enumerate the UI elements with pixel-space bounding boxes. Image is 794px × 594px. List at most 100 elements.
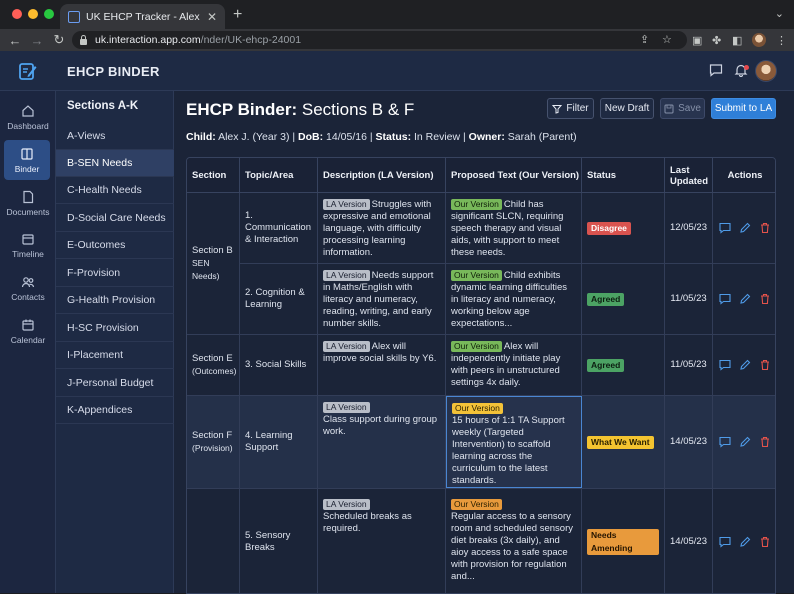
date-cell: 14/05/23 (665, 396, 713, 488)
col-header-description[interactable]: Description (LA Version) (318, 158, 446, 193)
section-item-f[interactable]: F-Provision (56, 260, 174, 287)
trash-icon[interactable] (759, 436, 771, 448)
trash-icon[interactable] (759, 536, 771, 548)
rail-item-dashboard[interactable]: Dashboard (0, 97, 56, 137)
forward-arrow-icon[interactable]: → (26, 33, 48, 48)
col-header-topic[interactable]: Topic/Area (240, 158, 318, 193)
section-item-i[interactable]: I-Placement (56, 342, 174, 369)
status-badge[interactable]: Agreed (587, 292, 625, 306)
section-item-e[interactable]: E-Outcomes (56, 232, 174, 259)
browser-menu-icon[interactable]: ⋮ (776, 34, 787, 47)
trash-icon[interactable] (759, 293, 771, 305)
date-cell: 14/05/23 (665, 489, 713, 593)
rail-item-documents[interactable]: Documents (0, 183, 56, 223)
actions-cell (713, 193, 775, 263)
table-row[interactable]: 2. Cognition & Learning LA Version Needs … (240, 264, 775, 335)
status-cell: Agreed (582, 335, 665, 395)
col-header-actions: Actions (727, 170, 763, 181)
section-item-h[interactable]: H-SC Provision (56, 315, 174, 342)
filter-button[interactable]: Filter (547, 98, 594, 119)
tab-title: UK EHCP Tracker - Alex J. - Ca (86, 10, 201, 23)
edit-pencil-icon[interactable] (739, 293, 751, 305)
table-row[interactable]: 3. Social Skills LA Version Alex will imp… (240, 335, 775, 396)
extension-icon[interactable]: ▣ (692, 34, 702, 47)
la-version-tag: LA Version (323, 402, 370, 413)
new-tab-icon[interactable]: + (233, 6, 242, 24)
calendar-icon (22, 233, 34, 245)
section-item-k[interactable]: K-Appendices (56, 397, 174, 424)
edit-pencil-icon[interactable] (739, 359, 751, 371)
proposed-cell[interactable]: Our Version Child exhibits dynamic learni… (446, 264, 582, 334)
submit-to-la-button[interactable]: Submit to LA (711, 98, 776, 119)
comment-icon[interactable] (719, 436, 731, 448)
col-header-status[interactable]: Status (582, 158, 665, 193)
close-window-button[interactable] (12, 9, 22, 19)
proposed-cell-editing[interactable]: Our Version 15 hours of 1:1 TA Support we… (446, 396, 582, 488)
edit-pencil-icon[interactable] (739, 222, 751, 234)
status-badge[interactable]: Disagree (587, 221, 631, 235)
col-header-last-updated[interactable]: Last Updated (665, 158, 713, 193)
sidebar-toggle-icon[interactable]: ◧ (732, 34, 742, 47)
message-icon[interactable] (709, 63, 723, 77)
bookmark-star-icon[interactable]: ☆ (662, 33, 672, 46)
new-draft-button[interactable]: New Draft (600, 98, 654, 119)
section-item-b[interactable]: B-SEN Needs (56, 150, 174, 177)
share-icon[interactable]: ⇪ (640, 33, 649, 46)
back-arrow-icon[interactable]: ← (4, 33, 26, 48)
table-row[interactable]: 4. Learning Support LA Version Class supp… (240, 396, 775, 489)
browser-tab[interactable]: UK EHCP Tracker - Alex J. - Ca ✕ (60, 4, 225, 29)
reload-icon[interactable]: ↻ (48, 32, 70, 48)
calendar-icon (22, 319, 34, 331)
trash-icon[interactable] (759, 359, 771, 371)
edit-pencil-icon[interactable] (739, 536, 751, 548)
our-version-tag: Our Version (451, 270, 502, 281)
app-window: EHCP BINDER Dashboard Binder Documents T… (0, 51, 794, 594)
topic-cell: 2. Cognition & Learning (240, 264, 318, 334)
section-item-d[interactable]: D-Social Care Needs (56, 205, 174, 232)
comment-icon[interactable] (719, 293, 731, 305)
la-version-tag: LA Version (323, 270, 370, 281)
tab-menu-chevron-icon[interactable]: ⌄ (775, 7, 784, 20)
rail-label-calendar: Calendar (10, 334, 46, 345)
proposed-cell[interactable]: Our Version Alex will independently initi… (446, 335, 582, 395)
status-badge[interactable]: Needs Amending (587, 529, 659, 555)
minimize-window-button[interactable] (28, 9, 38, 19)
last-updated-date: 11/05/23 (670, 359, 707, 370)
description-cell: LA Version Struggles with expressive and … (318, 193, 446, 263)
address-bar[interactable]: uk.interaction.app.com/nder/UK-ehcp-2400… (72, 31, 687, 49)
edit-pencil-icon[interactable] (739, 436, 751, 448)
app-title: EHCP BINDER (67, 64, 160, 79)
browser-profile-avatar[interactable] (752, 33, 766, 47)
col-header-proposed[interactable]: Proposed Text (Our Version) (446, 158, 582, 193)
table-row[interactable]: 5. Sensory Breaks LA Version Scheduled br… (240, 489, 775, 593)
user-avatar[interactable] (755, 60, 777, 82)
section-item-c[interactable]: C-Health Needs (56, 177, 174, 204)
status-badge[interactable]: What We Want (587, 435, 654, 449)
proposed-cell[interactable]: Our Version Regular access to a sensory r… (446, 489, 582, 593)
puzzle-icon[interactable]: ✤ (712, 34, 721, 47)
comment-icon[interactable] (719, 222, 731, 234)
col-header-section[interactable]: Section (187, 158, 240, 193)
section-item-j[interactable]: J-Personal Budget (56, 370, 174, 397)
app-logo[interactable] (0, 51, 56, 91)
rail-item-timeline[interactable]: Timeline (0, 225, 56, 265)
topic-cell: 5. Sensory Breaks (240, 489, 318, 593)
tab-close-icon[interactable]: ✕ (207, 10, 217, 24)
comment-icon[interactable] (719, 359, 731, 371)
rail-item-calendar[interactable]: Calendar (0, 311, 56, 351)
section-item-a[interactable]: A-Views (56, 123, 174, 150)
proposed-cell[interactable]: Our Version Child has significant SLCN, r… (446, 193, 582, 263)
table-row[interactable]: 1. Communication & Interaction LA Versio… (240, 193, 775, 264)
maximize-window-button[interactable] (44, 9, 54, 19)
left-nav-rail: Dashboard Binder Documents Timeline Cont… (0, 91, 56, 593)
comment-icon[interactable] (719, 536, 731, 548)
save-button[interactable]: Save (660, 98, 705, 119)
rail-item-binder[interactable]: Binder (4, 140, 50, 180)
section-item-g[interactable]: G-Health Provision (56, 287, 174, 314)
trash-icon[interactable] (759, 222, 771, 234)
description-cell: LA Version Alex will improve social skill… (318, 335, 446, 395)
home-icon (22, 104, 34, 117)
status-badge[interactable]: Agreed (587, 358, 625, 372)
section-group-b: Section B SEN Needs) (187, 193, 240, 335)
rail-item-contacts[interactable]: Contacts (0, 268, 56, 308)
